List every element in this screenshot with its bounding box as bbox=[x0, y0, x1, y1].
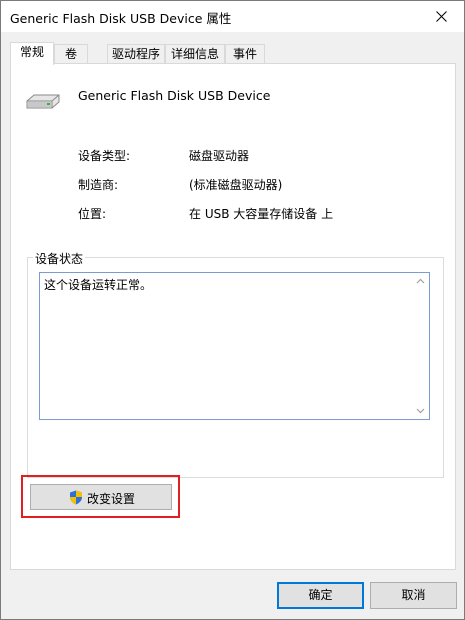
change-settings-label: 改变设置 bbox=[87, 492, 136, 506]
tab-volume-label: 卷 bbox=[64, 47, 77, 61]
device-status-title: 设备状态 bbox=[33, 250, 86, 267]
tab-volume[interactable]: 卷 bbox=[54, 44, 88, 64]
cancel-button-label: 取消 bbox=[401, 588, 426, 602]
properties-dialog: Generic Flash Disk USB Device 属性 常规 卷 驱动… bbox=[0, 0, 465, 620]
tab-driver-label: 驱动程序 bbox=[111, 47, 160, 61]
location-label: 位置: bbox=[78, 207, 107, 221]
manufacturer-label: 制造商: bbox=[78, 178, 119, 192]
close-icon bbox=[436, 11, 447, 22]
manufacturer-value: (标准磁盘驱动器) bbox=[189, 178, 283, 192]
scroll-down-arrow-icon[interactable] bbox=[416, 408, 425, 414]
uac-shield-icon bbox=[70, 490, 82, 505]
scroll-up-arrow-icon[interactable] bbox=[416, 278, 425, 284]
title-bar: Generic Flash Disk USB Device 属性 bbox=[1, 1, 464, 32]
ok-button-label: 确定 bbox=[308, 588, 333, 602]
tab-general-label: 常规 bbox=[19, 45, 44, 59]
tab-general[interactable]: 常规 bbox=[10, 42, 54, 65]
device-status-group: 设备状态 这个设备运转正常。 bbox=[27, 250, 444, 478]
device-type-label: 设备类型: bbox=[78, 149, 131, 163]
device-name: Generic Flash Disk USB Device bbox=[78, 88, 271, 103]
ok-button[interactable]: 确定 bbox=[277, 582, 364, 609]
close-button[interactable] bbox=[418, 1, 464, 31]
location-value: 在 USB 大容量存储设备 上 bbox=[189, 207, 334, 221]
window-title: Generic Flash Disk USB Device 属性 bbox=[10, 11, 232, 26]
tab-driver[interactable]: 驱动程序 bbox=[107, 44, 165, 64]
general-tab-panel: Generic Flash Disk USB Device 设备类型: 磁盘驱动… bbox=[10, 63, 456, 570]
cancel-button[interactable]: 取消 bbox=[370, 582, 457, 609]
device-status-text: 这个设备运转正常。 bbox=[44, 278, 153, 292]
usb-drive-icon bbox=[26, 94, 60, 109]
change-settings-highlight: 改变设置 bbox=[21, 475, 180, 518]
device-status-textbox[interactable]: 这个设备运转正常。 bbox=[39, 272, 430, 420]
change-settings-button[interactable]: 改变设置 bbox=[30, 484, 172, 510]
tab-details[interactable]: 详细信息 bbox=[165, 44, 225, 64]
tab-events[interactable]: 事件 bbox=[225, 44, 265, 64]
device-type-value: 磁盘驱动器 bbox=[189, 149, 250, 163]
tab-details-label: 详细信息 bbox=[170, 47, 219, 61]
tab-events-label: 事件 bbox=[232, 47, 257, 61]
